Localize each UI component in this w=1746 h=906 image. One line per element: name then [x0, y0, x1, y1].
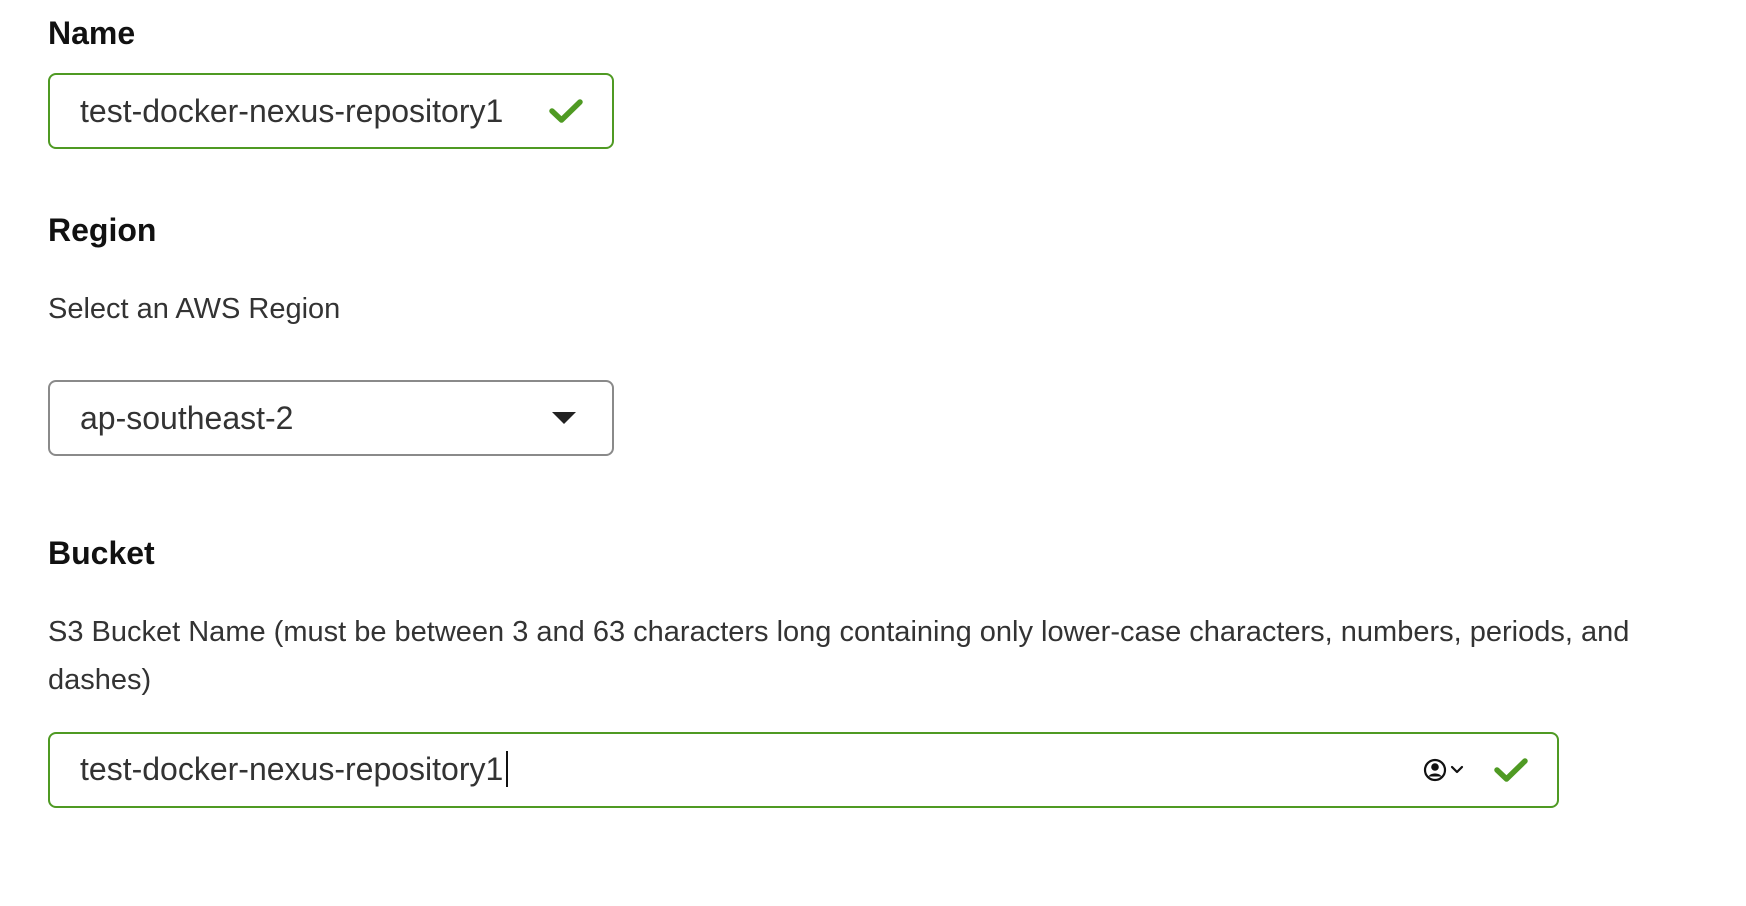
bucket-description: S3 Bucket Name (must be between 3 and 63… [48, 616, 1630, 696]
region-label: Region [48, 212, 157, 248]
text-cursor [506, 751, 509, 788]
caret-down-icon[interactable] [550, 410, 578, 426]
user-circle-icon[interactable] [1423, 757, 1467, 783]
region-description: Select an AWS Region [48, 293, 341, 325]
name-input-value[interactable]: test-docker-nexus-repository1 [80, 93, 548, 130]
region-select[interactable]: ap-southeast-2 [48, 380, 614, 456]
bucket-label: Bucket [48, 535, 155, 571]
check-icon [548, 97, 584, 125]
name-label: Name [48, 15, 136, 51]
check-icon [1493, 756, 1529, 784]
bucket-input-text[interactable]: test-docker-nexus-repository1 [80, 751, 1423, 790]
name-input[interactable]: test-docker-nexus-repository1 [48, 73, 614, 149]
region-select-value[interactable]: ap-southeast-2 [80, 400, 550, 437]
bucket-input-value: test-docker-nexus-repository1 [80, 750, 504, 787]
bucket-input[interactable]: test-docker-nexus-repository1 [48, 732, 1559, 808]
